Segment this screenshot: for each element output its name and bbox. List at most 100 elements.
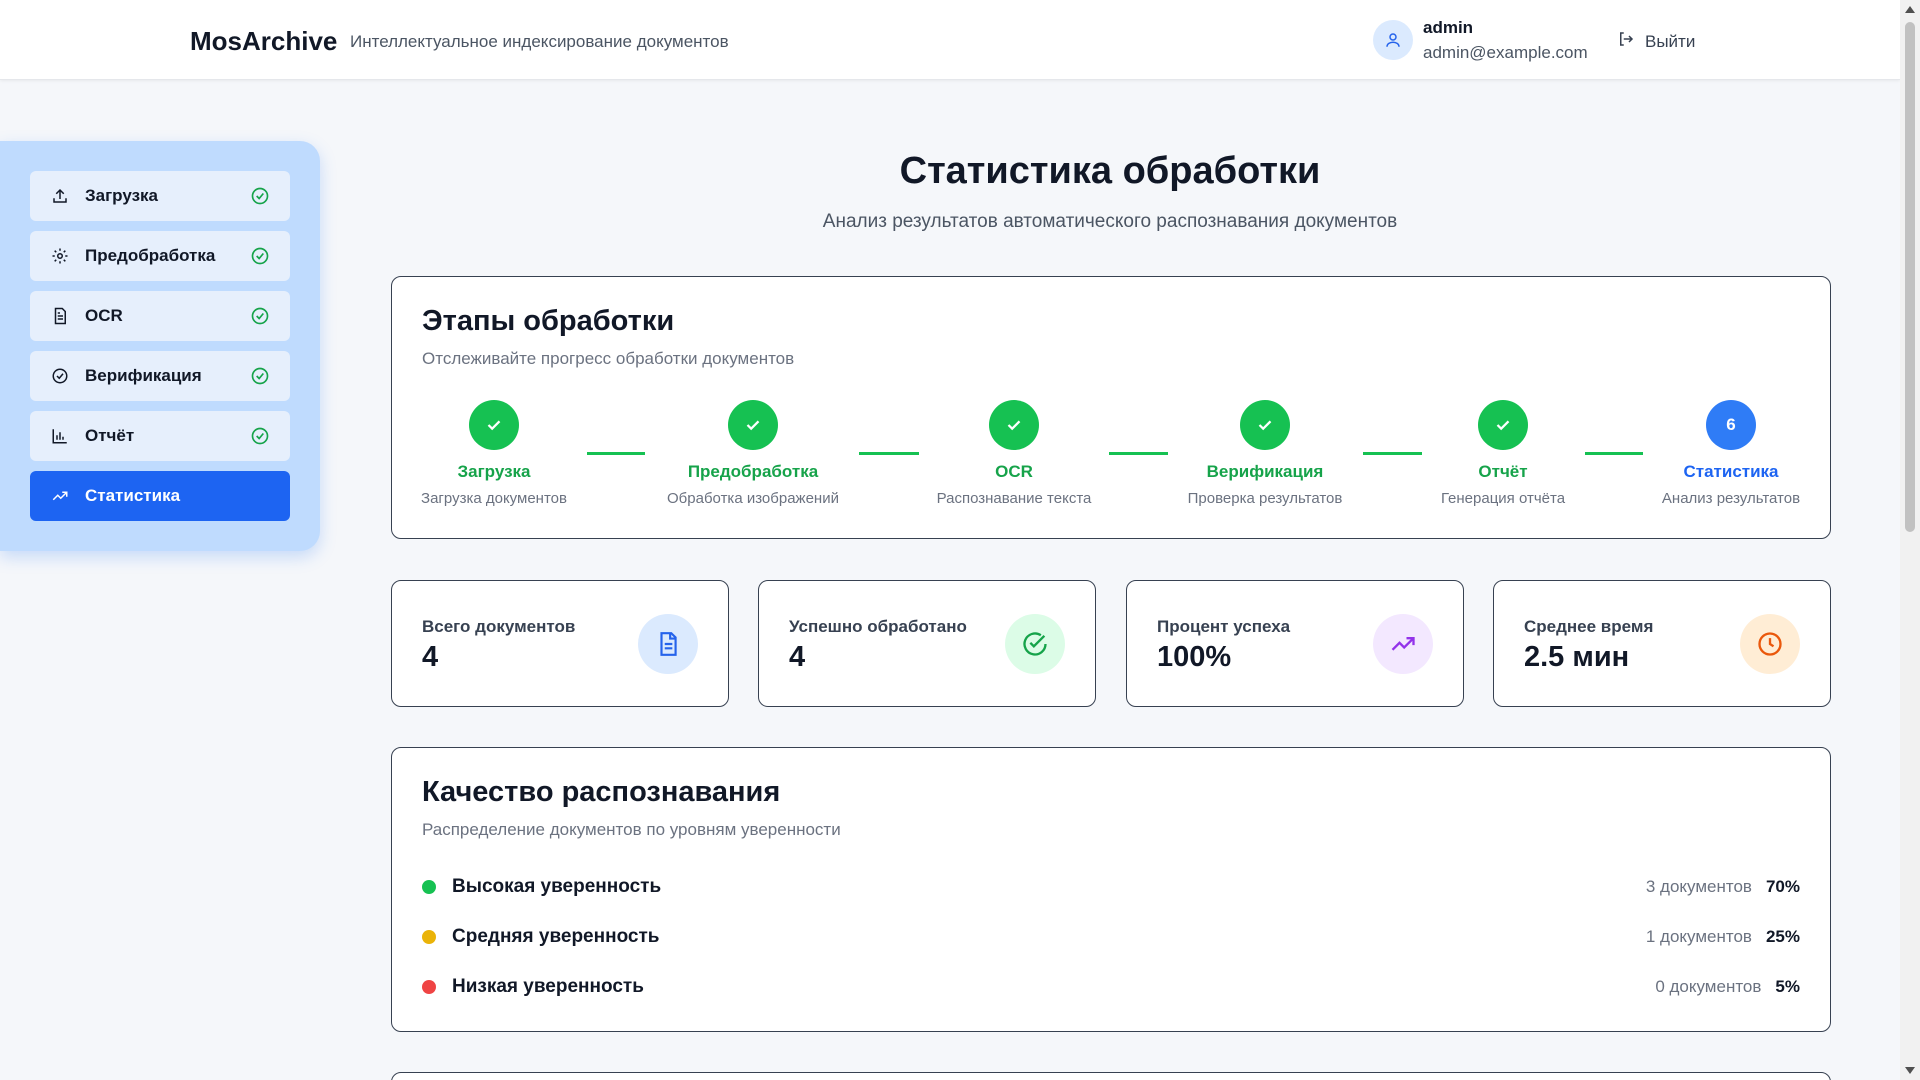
sidebar-item-report[interactable]: Отчёт bbox=[30, 411, 290, 461]
stat-value: 100% bbox=[1157, 641, 1232, 673]
stages-title: Этапы обработки bbox=[422, 305, 675, 337]
stage-label: Предобработка bbox=[687, 462, 819, 481]
quality-title: Качество распознавания bbox=[422, 776, 781, 808]
check-circle-icon bbox=[250, 306, 270, 326]
scroll-thumb[interactable] bbox=[1905, 22, 1915, 532]
check-circle-icon bbox=[250, 426, 270, 446]
check-circle-icon bbox=[1005, 614, 1065, 674]
logout-icon bbox=[1617, 30, 1635, 53]
quality-label: Низкая уверенность bbox=[452, 976, 644, 997]
stage-report[interactable]: Отчёт Генерация отчёта bbox=[1393, 400, 1613, 507]
quality-row-low: Низкая уверенность 0 документов 5% bbox=[422, 972, 1800, 1002]
trending-up-icon bbox=[50, 486, 70, 506]
stage-done-icon bbox=[1478, 400, 1528, 450]
stage-done-icon bbox=[1240, 400, 1290, 450]
stage-desc: Загрузка документов bbox=[421, 490, 567, 507]
quality-label: Высокая уверенность bbox=[452, 876, 662, 897]
user-name: admin bbox=[1423, 18, 1474, 37]
sidebar-item-label: Предобработка bbox=[85, 246, 216, 265]
stage-label: Отчёт bbox=[1478, 462, 1528, 481]
brand-logo[interactable]: MosArchive bbox=[190, 26, 337, 57]
user-email: admin@example.com bbox=[1423, 43, 1588, 62]
stage-label: Загрузка bbox=[457, 462, 531, 481]
stat-value: 2.5 мин bbox=[1524, 641, 1630, 673]
status-dot bbox=[422, 930, 436, 944]
page-scrollbar[interactable] bbox=[1900, 0, 1920, 1080]
stage-verification[interactable]: Верификация Проверка результатов bbox=[1155, 400, 1375, 507]
quality-count: 1 документов bbox=[1645, 927, 1752, 946]
logout-button[interactable]: Выйти bbox=[1617, 30, 1695, 53]
stage-desc: Генерация отчёта bbox=[1440, 490, 1566, 507]
quality-row-medium: Средняя уверенность 1 документов 25% bbox=[422, 922, 1800, 952]
sidebar-item-label: Статистика bbox=[85, 486, 181, 505]
scroll-up-icon[interactable] bbox=[1905, 6, 1915, 13]
stage-desc: Проверка результатов bbox=[1187, 490, 1343, 507]
top-header: MosArchive Интеллектуальное индексирован… bbox=[0, 0, 1900, 80]
gear-icon bbox=[50, 246, 70, 266]
document-icon bbox=[50, 306, 70, 326]
next-card-partial bbox=[391, 1072, 1831, 1080]
stat-label: Всего документов bbox=[422, 617, 576, 636]
stage-label: Статистика bbox=[1683, 462, 1779, 481]
check-circle-icon bbox=[250, 186, 270, 206]
stage-done-icon bbox=[989, 400, 1039, 450]
sidebar-item-upload[interactable]: Загрузка bbox=[30, 171, 290, 221]
page-subtitle: Анализ результатов автоматического распо… bbox=[822, 211, 1398, 232]
sidebar-item-ocr[interactable]: OCR bbox=[30, 291, 290, 341]
stage-preprocessing[interactable]: Предобработка Обработка изображений bbox=[643, 400, 863, 507]
sidebar-item-label: Загрузка bbox=[85, 186, 158, 205]
stat-card-time: Среднее время 2.5 мин bbox=[1493, 580, 1831, 707]
scroll-down-icon[interactable] bbox=[1905, 1067, 1915, 1074]
stage-desc: Анализ результатов bbox=[1661, 490, 1801, 507]
stat-card-percent: Процент успеха 100% bbox=[1126, 580, 1464, 707]
status-dot bbox=[422, 880, 436, 894]
stat-value: 4 bbox=[789, 641, 806, 673]
clock-icon bbox=[1740, 614, 1800, 674]
sidebar-item-label: OCR bbox=[85, 306, 123, 325]
sidebar: Загрузка Предобработка OCR Верификация О… bbox=[0, 141, 320, 551]
sidebar-item-label: Верификация bbox=[85, 366, 202, 385]
sidebar-item-preprocessing[interactable]: Предобработка bbox=[30, 231, 290, 281]
stage-upload[interactable]: Загрузка Загрузка документов bbox=[384, 400, 604, 507]
check-circle-icon bbox=[250, 246, 270, 266]
quality-percent: 25% bbox=[1765, 927, 1800, 946]
stage-label: OCR bbox=[995, 462, 1033, 481]
check-circle-icon bbox=[50, 366, 70, 386]
stage-label: Верификация bbox=[1206, 462, 1324, 481]
sidebar-item-label: Отчёт bbox=[85, 426, 135, 445]
sidebar-item-statistics[interactable]: Статистика bbox=[30, 471, 290, 521]
stage-desc: Обработка изображений bbox=[667, 490, 839, 507]
upload-icon bbox=[50, 186, 70, 206]
quality-subtitle: Распределение документов по уровням увер… bbox=[422, 820, 841, 839]
sidebar-item-verification[interactable]: Верификация bbox=[30, 351, 290, 401]
stage-statistics[interactable]: 6 Статистика Анализ результатов bbox=[1621, 400, 1841, 507]
status-dot bbox=[422, 980, 436, 994]
stat-label: Успешно обработано bbox=[789, 617, 967, 636]
brand-tagline: Интеллектуальное индексирование документ… bbox=[350, 32, 729, 51]
trending-up-icon bbox=[1373, 614, 1433, 674]
check-circle-icon bbox=[250, 366, 270, 386]
quality-percent: 70% bbox=[1765, 877, 1800, 896]
page-title: Статистика обработки bbox=[899, 150, 1321, 192]
document-icon bbox=[638, 614, 698, 674]
stage-desc: Распознавание текста bbox=[936, 490, 1092, 507]
logout-label: Выйти bbox=[1645, 31, 1696, 51]
stage-done-icon bbox=[728, 400, 778, 450]
quality-label: Средняя уверенность bbox=[452, 926, 660, 947]
quality-count: 0 документов bbox=[1655, 977, 1762, 996]
quality-percent: 5% bbox=[1775, 977, 1800, 996]
quality-card: Качество распознавания Распределение док… bbox=[391, 747, 1831, 1032]
stage-done-icon bbox=[469, 400, 519, 450]
stat-card-total: Всего документов 4 bbox=[391, 580, 729, 707]
user-icon[interactable] bbox=[1373, 20, 1413, 60]
stat-value: 4 bbox=[422, 641, 439, 673]
stat-card-success: Успешно обработано 4 bbox=[758, 580, 1096, 707]
quality-count: 3 документов bbox=[1645, 877, 1752, 896]
stage-ocr[interactable]: OCR Распознавание текста bbox=[904, 400, 1124, 507]
stat-label: Процент успеха bbox=[1157, 617, 1291, 636]
stat-label: Среднее время bbox=[1524, 617, 1654, 636]
quality-row-high: Высокая уверенность 3 документов 70% bbox=[422, 872, 1800, 902]
stages-subtitle: Отслеживайте прогресс обработки документ… bbox=[422, 349, 795, 368]
bar-chart-icon bbox=[50, 426, 70, 446]
stage-number-badge: 6 bbox=[1706, 400, 1756, 450]
